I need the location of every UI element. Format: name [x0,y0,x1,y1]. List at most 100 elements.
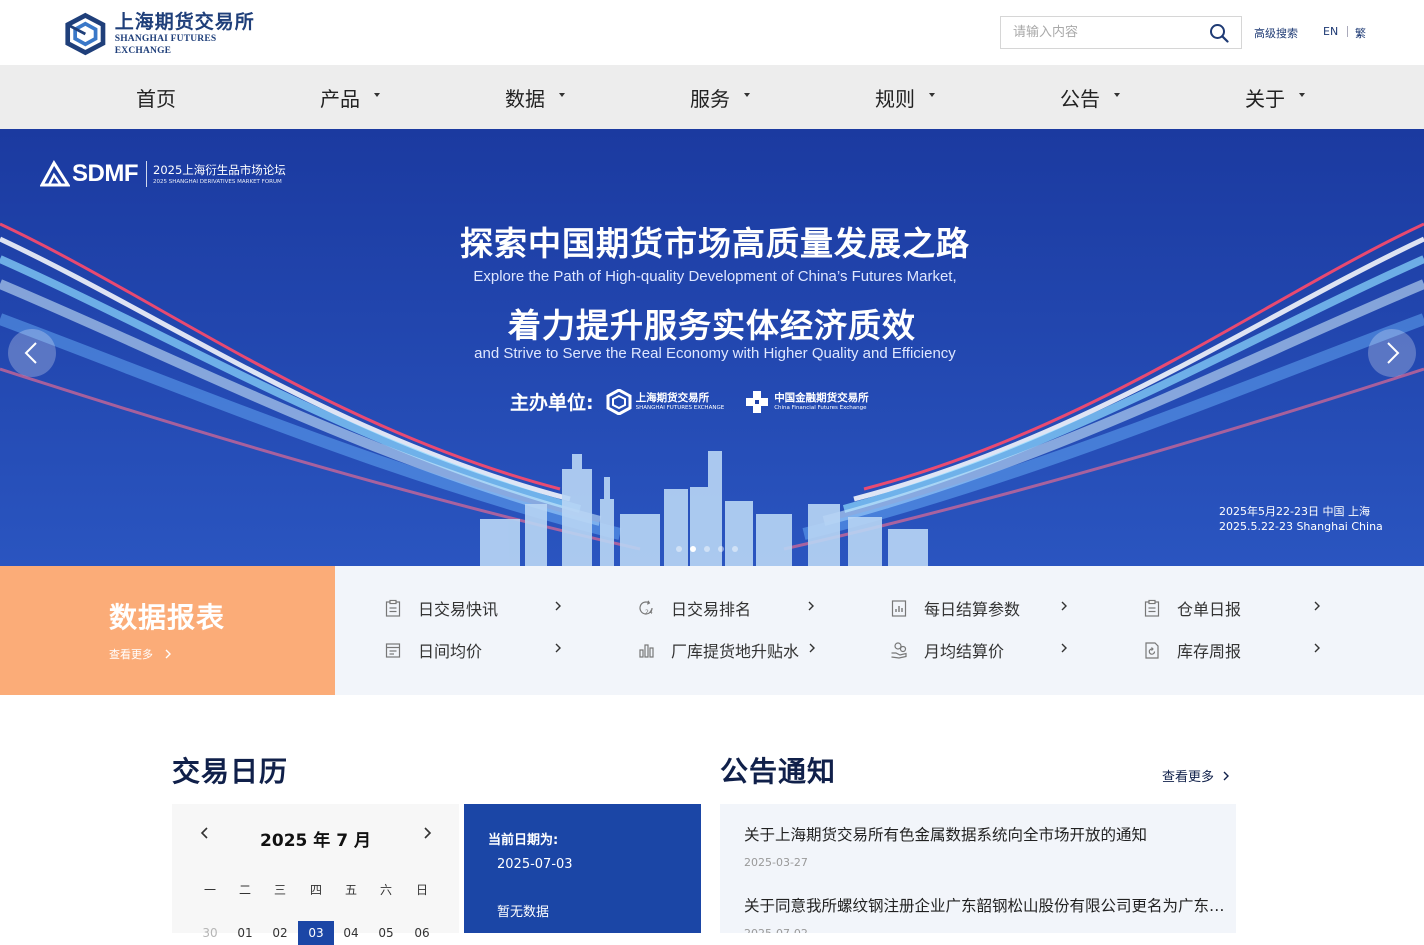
calendar-day[interactable]: 06 [404,921,440,945]
bar-chart-icon [639,644,654,658]
notices-more-link[interactable]: 查看更多 [1162,766,1231,785]
calendar-day[interactable]: 30 [192,921,228,945]
chevron-right-icon [165,649,171,659]
banner-date-en: 2025.5.22-23 Shanghai China [1219,520,1383,533]
coins-hand-icon [891,642,907,659]
notice-item[interactable]: 关于同意我所螺纹钢注册企业广东韶钢松山股份有限公司更名为广东韶钢松山股份有限公司… [744,894,1228,933]
caret-down-icon [929,93,935,97]
calendar-day[interactable]: 01 [227,921,263,945]
banner-dot[interactable] [704,546,710,552]
reports-grid: 日交易快讯 24 日交易排名 每日结算参数 仓单日报 日间均价 厂库提货地升贴水… [335,566,1424,695]
forum-name-cn: 2025上海衍生品市场论坛 [153,162,286,177]
chevron-right-icon [809,643,815,653]
banner-subheadline-en: and Strive to Serve the Real Economy wit… [474,345,956,362]
nav-item-products[interactable]: 产品 [320,65,380,129]
report-daily-brief[interactable]: 日交易快讯 [384,596,564,620]
nav-item-data[interactable]: 数据 [505,65,565,129]
host-shfe-en: SHANGHAI FUTURES EXCHANGE [635,404,725,411]
banner-headline: 探索中国期货市场高质量发展之路 [460,224,970,263]
current-date-value: 2025-07-03 [497,857,573,872]
current-date-label: 当前日期为: [488,833,559,848]
reports-more-label: 查看更多 [109,648,153,661]
notice-title: 关于上海期货交易所有色金属数据系统向全市场开放的通知 [744,826,1148,844]
banner-dot[interactable] [732,546,738,552]
calendar-weekday: 二 [238,883,251,897]
report-label: 库存周报 [1177,642,1242,661]
report-settlement-params[interactable]: 每日结算参数 [890,596,1070,620]
search-icon[interactable] [1209,23,1229,43]
notice-date: 2025-03-27 [744,856,808,869]
nav-item-announcements[interactable]: 公告 [1060,65,1120,129]
banner-hosts: 主办单位: 上海期货交易所 SHANGHAI FUTURES EXCHANGE … [510,388,869,415]
calendar-day[interactable]: 05 [368,921,404,945]
lang-divider [1347,26,1348,37]
report-label: 月均结算价 [924,642,1005,661]
nav-label: 数据 [505,86,545,111]
lang-en-link[interactable]: EN [1323,25,1338,38]
forum-name-en: 2025 SHANGHAI DERIVATIVES MARKET FORUM [153,178,282,185]
caret-down-icon [1114,93,1120,97]
doc-refresh-icon [1145,642,1159,659]
clock-24-icon: 24 [639,600,653,616]
notices-more-label: 查看更多 [1162,770,1215,785]
reports-more-link[interactable]: 查看更多 [109,646,173,662]
calendar-month-label: 2025 年 7 月 [260,831,371,851]
banner-headline-en: Explore the Path of High-quality Develop… [473,268,957,285]
banner-date-cn: 2025年5月22-23日 中国 上海 [1219,505,1370,518]
report-warehouse-daily[interactable]: 仓单日报 [1143,596,1323,620]
current-date-panel: 当前日期为: 2025-07-03 暂无数据 [464,804,701,933]
calendar-day-selected[interactable]: 03 [298,921,334,945]
clipboard-icon [385,599,401,617]
nav-label: 规则 [875,86,915,111]
reports-title: 数据报表 [109,601,226,634]
nav-label: 服务 [690,86,730,111]
nav-item-about[interactable]: 关于 [1245,65,1305,129]
banner-dot[interactable] [718,546,724,552]
report-daily-ranking[interactable]: 24 日交易排名 [637,596,817,620]
report-label: 日交易排名 [671,600,752,619]
shfe-logo-icon [65,12,106,56]
logo-en-text: SHANGHAI FUTURES EXCHANGE [114,34,217,56]
forum-logo: SDMF 2025上海衍生品市场论坛 2025 SHANGHAI DERIVAT… [40,159,286,189]
report-inventory-weekly[interactable]: 库存周报 [1143,638,1323,662]
main-nav: 首页 产品 数据 服务 规则 公告 关于 [0,65,1424,129]
nav-item-rules[interactable]: 规则 [875,65,935,129]
chevron-right-icon [555,643,561,653]
shfe-logo-icon [606,388,632,415]
exchange-logo[interactable]: 上海期货交易所 SHANGHAI FUTURES EXCHANGE [64,11,264,56]
forum-logo-text: SDMF [72,160,139,187]
chevron-right-icon [555,601,561,611]
cffex-logo-icon [746,390,769,413]
nav-item-home[interactable]: 首页 [136,65,176,129]
report-label: 仓单日报 [1177,600,1242,619]
chevron-right-icon [1061,601,1067,611]
calendar-day[interactable]: 04 [333,921,369,945]
advanced-search-link[interactable]: 高级搜索 [1254,25,1298,41]
chevron-right-icon [808,601,814,611]
caret-down-icon [374,93,380,97]
trading-calendar: 2025 年 7 月 一 二 三 四 五 六 日 30 01 02 03 04 05 06 [172,804,459,945]
report-delivery-premium[interactable]: 厂库提货地升贴水 [637,638,817,662]
nav-item-services[interactable]: 服务 [690,65,750,129]
report-label: 日间均价 [418,642,483,661]
banner-dot[interactable] [690,546,696,552]
site-header: 上海期货交易所 SHANGHAI FUTURES EXCHANGE 高级搜索 E… [0,0,1424,65]
calendar-next-month-icon[interactable] [420,826,434,840]
chevron-right-icon [1314,643,1320,653]
calendar-day[interactable]: 02 [262,921,298,945]
notices-section-title: 公告通知 [720,755,837,788]
banner-prev-button[interactable] [8,329,56,377]
hero-banner[interactable]: SDMF 2025上海衍生品市场论坛 2025 SHANGHAI DERIVAT… [0,129,1424,566]
banner-dot[interactable] [676,546,682,552]
calendar-weekday: 一 [203,883,216,897]
report-daily-average[interactable]: 日间均价 [384,638,564,662]
lang-traditional-link[interactable]: 繁 [1355,25,1366,41]
reports-panel: 数据报表 查看更多 [0,566,335,695]
calendar-weekday: 四 [309,883,322,897]
banner-next-button[interactable] [1368,329,1416,377]
search-input[interactable] [1001,17,1201,48]
no-data-text: 暂无数据 [497,905,550,920]
notice-item[interactable]: 关于上海期货交易所有色金属数据系统向全市场开放的通知 2025-03-27 [744,823,1228,869]
report-label: 厂库提货地升贴水 [671,642,800,661]
report-monthly-settlement[interactable]: 月均结算价 [890,638,1070,662]
